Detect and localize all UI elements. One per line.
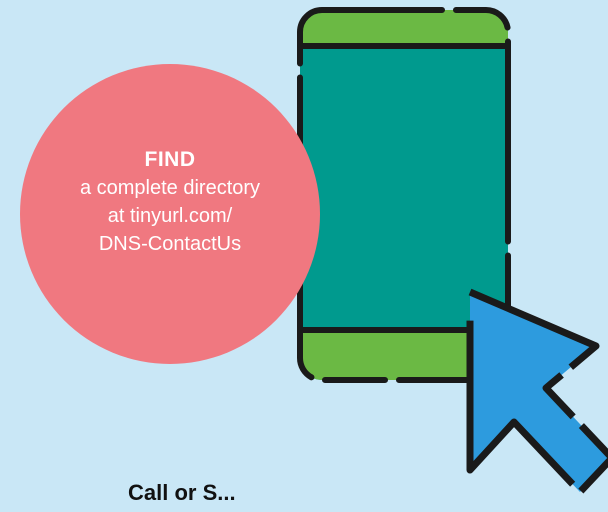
- find-line-1: a complete directory: [79, 177, 261, 199]
- find-heading: FIND: [144, 148, 196, 171]
- find-line-2: at tinyurl.com/: [107, 205, 233, 227]
- cursor-arrow-icon: [466, 288, 608, 496]
- footer-text: Call or S...: [128, 480, 236, 505]
- find-line-3: DNS-ContactUs: [98, 233, 242, 255]
- find-callout: FIND a complete directory at tinyurl.com…: [30, 146, 310, 258]
